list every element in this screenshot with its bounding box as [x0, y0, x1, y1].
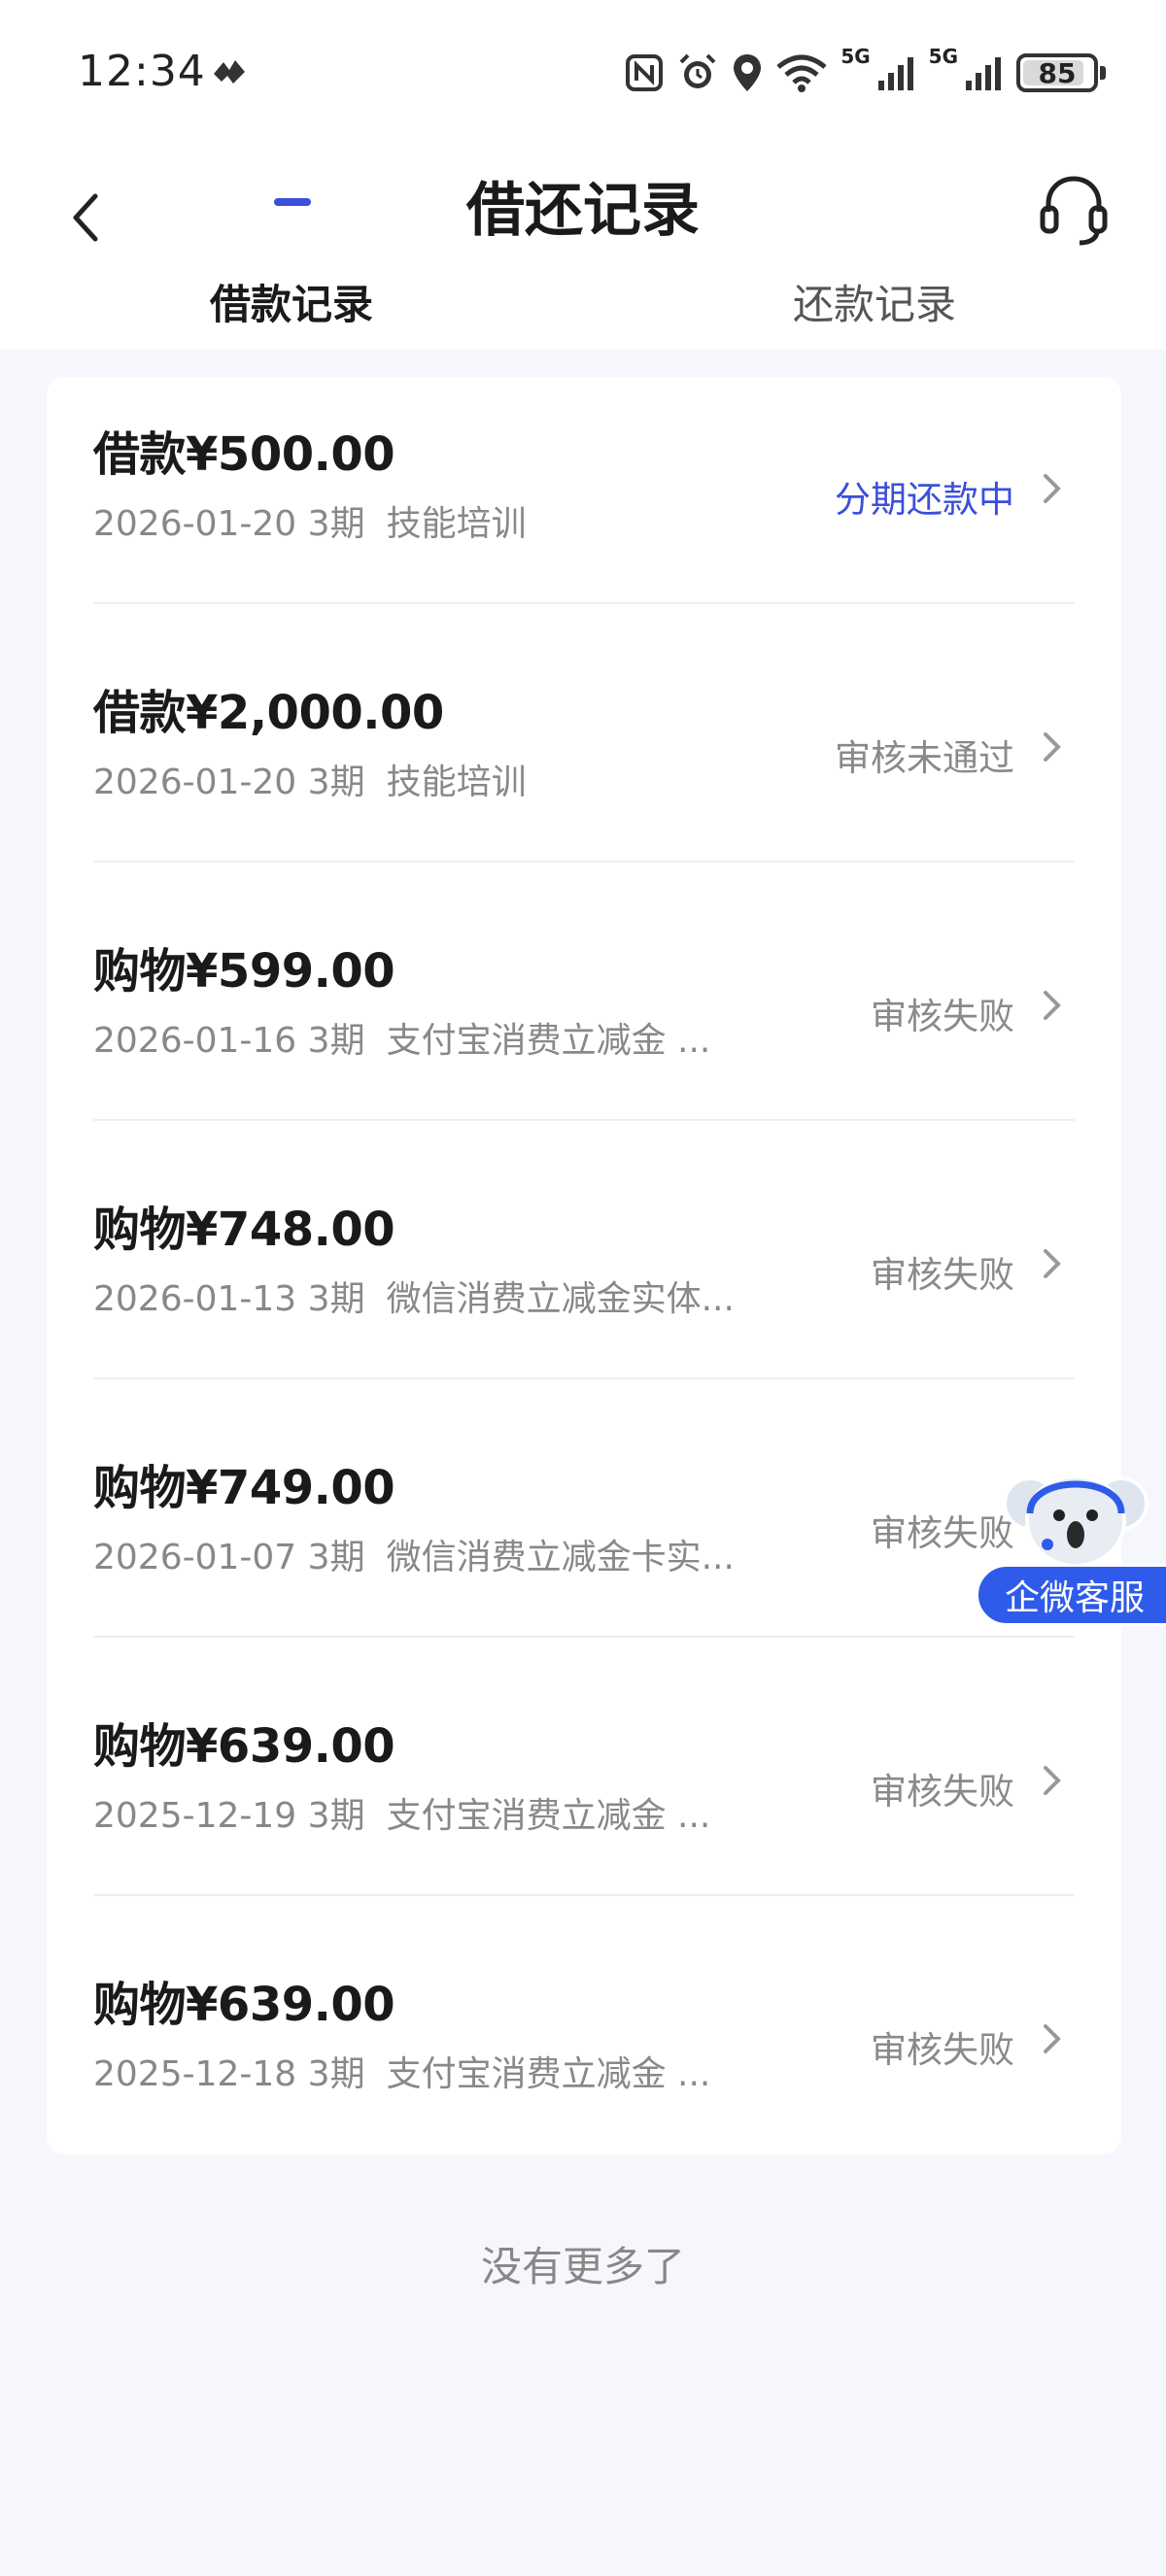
list-item[interactable]: 购物¥599.00 2026-01-16 3期 支付宝消费立减金 ... 审核失败 [93, 894, 1075, 1152]
record-meta: 2026-01-16 3期 支付宝消费立减金 ... [93, 1021, 711, 1061]
nfc-icon [625, 53, 664, 92]
record-amount: 借款¥500.00 [93, 427, 395, 482]
floating-customer-service-button[interactable]: 企微客服 [976, 1465, 1166, 1630]
status-label: 审核失败 [871, 996, 1014, 1037]
chevron-right-icon [1044, 991, 1061, 1020]
koala-mascot-icon [1003, 1474, 1149, 1568]
header: 借还记录 借款记录 还款记录 [0, 146, 1166, 350]
record-amount: 借款¥2,000.00 [93, 686, 444, 740]
divider [93, 602, 1075, 604]
list-item[interactable]: 购物¥639.00 2025-12-19 3期 支付宝消费立减金 ... 审核失败 [93, 1669, 1075, 1927]
active-tab-indicator [274, 198, 311, 206]
network-label-1: 5G [840, 45, 871, 68]
status-label: 审核未通过 [835, 737, 1014, 779]
location-icon [732, 52, 763, 93]
signal-icon [964, 53, 1003, 92]
heart-rate-icon [210, 54, 249, 91]
divider [93, 861, 1075, 863]
record-meta: 2025-12-19 3期 支付宝消费立减金 ... [93, 1796, 711, 1836]
list-item[interactable]: 借款¥500.00 2026-01-20 3期 技能培训 分期还款中 [93, 377, 1075, 635]
list-item[interactable]: 购物¥748.00 2026-01-13 3期 微信消费立减金实体... 审核失败 [93, 1152, 1075, 1410]
chevron-right-icon [1044, 732, 1061, 762]
status-bar: 12:34 5G 5G 85 [0, 0, 1166, 146]
record-amount: 购物¥749.00 [93, 1461, 395, 1515]
tab-repay-records[interactable]: 还款记录 [680, 272, 1069, 331]
no-more-text: 没有更多了 [480, 2243, 685, 2290]
record-amount: 购物¥639.00 [93, 1719, 395, 1774]
record-meta: 2026-01-13 3期 微信消费立减金实体... [93, 1279, 735, 1319]
chevron-right-icon [1044, 2024, 1061, 2053]
battery-level: 85 [1038, 56, 1077, 89]
record-amount: 购物¥639.00 [93, 1978, 395, 2032]
wifi-icon [776, 53, 827, 92]
signal-icon [876, 53, 915, 92]
status-label: 分期还款中 [835, 479, 1014, 521]
divider [93, 1894, 1075, 1896]
record-meta: 2026-01-20 3期 技能培训 [93, 504, 527, 544]
record-meta: 2025-12-18 3期 支付宝消费立减金 ... [93, 2054, 711, 2094]
list-item[interactable]: 购物¥639.00 2025-12-18 3期 支付宝消费立减金 ... 审核失败 [93, 1927, 1075, 2186]
list-item[interactable]: 购物¥749.00 2026-01-07 3期 微信消费立减金卡实... 审核失败 [93, 1410, 1075, 1669]
status-label: 审核失败 [871, 2029, 1014, 2071]
floating-service-label: 企微客服 [976, 1564, 1166, 1626]
tab-bar: 借款记录 还款记录 [0, 272, 1166, 350]
divider [93, 1119, 1075, 1121]
status-time: 12:34 [78, 47, 206, 96]
status-icons: 5G 5G 85 [625, 45, 1106, 97]
network-label-2: 5G [928, 45, 958, 68]
records-card: 借款¥500.00 2026-01-20 3期 技能培训 分期还款中 借款¥2,0… [47, 377, 1121, 2154]
tab-borrow-records[interactable]: 借款记录 [97, 272, 486, 331]
page-title: 借还记录 [466, 177, 700, 245]
record-amount: 购物¥599.00 [93, 944, 395, 999]
chevron-right-icon [1044, 474, 1061, 503]
divider [93, 1636, 1075, 1638]
customer-service-button[interactable] [1030, 161, 1117, 258]
record-amount: 购物¥748.00 [93, 1203, 395, 1257]
status-label: 审核失败 [871, 1254, 1014, 1296]
battery-icon: 85 [1016, 53, 1106, 92]
alarm-icon [677, 52, 718, 93]
divider [93, 1377, 1075, 1379]
chevron-right-icon [1044, 1249, 1061, 1278]
list-item[interactable]: 借款¥2,000.00 2026-01-20 3期 技能培训 审核未通过 [93, 635, 1075, 894]
chevron-right-icon [1044, 1766, 1061, 1795]
record-meta: 2026-01-20 3期 技能培训 [93, 763, 527, 802]
status-label: 审核失败 [871, 1771, 1014, 1813]
record-meta: 2026-01-07 3期 微信消费立减金卡实... [93, 1538, 735, 1577]
headset-icon [1040, 176, 1108, 246]
